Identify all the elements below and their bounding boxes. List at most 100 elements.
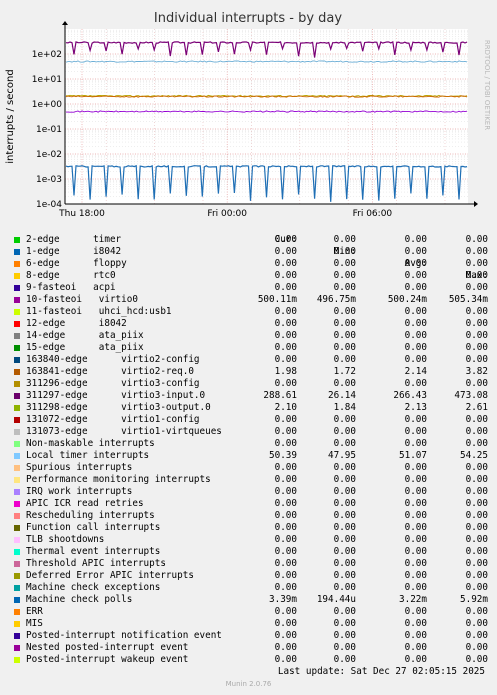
- legend-avg: 0.00: [404, 354, 427, 365]
- legend-min: 0.00: [333, 414, 356, 425]
- legend-row: MIS 0.00 0.00 0.00 0.00: [0, 618, 497, 630]
- legend-max: 0.00: [465, 498, 488, 509]
- legend-max: 0.00: [465, 258, 488, 269]
- legend-row: ERR 0.00 0.00 0.00 0.00: [0, 606, 497, 618]
- legend-max: 2.61: [465, 402, 488, 413]
- legend-label: IRQ work interrupts: [26, 486, 133, 497]
- legend-avg: 0.00: [404, 438, 427, 449]
- legend-avg: 0.00: [404, 510, 427, 521]
- legend-label: Thermal event interrupts: [26, 546, 161, 557]
- legend-min: 0.00: [333, 474, 356, 485]
- legend-max: 0.00: [465, 558, 488, 569]
- legend-min: 0.00: [333, 270, 356, 281]
- legend-min: 0.00: [333, 438, 356, 449]
- legend-row: 311297-edge virtio3-input.0 288.61 26.14 26…: [0, 390, 497, 402]
- legend-max: 0.00: [465, 438, 488, 449]
- legend-row: Local timer interrupts 50.39 47.95 51.07 54.…: [0, 450, 497, 462]
- legend-label: MIS: [26, 618, 43, 629]
- legend-avg: 0.00: [404, 498, 427, 509]
- legend-swatch: [14, 477, 20, 483]
- legend-row: 6-edge floppy 0.00 0.00 0.00 0.00: [0, 258, 497, 270]
- legend-row: 131072-edge virtio1-config 0.00 0.00 0.00 0.…: [0, 414, 497, 426]
- legend-row: 15-edge ata_piix 0.00 0.00 0.00 0.00: [0, 342, 497, 354]
- y-tick-label: 1e+02: [32, 50, 62, 60]
- chart-title: Individual interrupts - by day: [154, 11, 342, 26]
- legend-swatch: [14, 621, 20, 627]
- legend-min: 0.00: [333, 354, 356, 365]
- legend-min: 0.00: [333, 654, 356, 665]
- legend-avg: 0.00: [404, 618, 427, 629]
- legend-row: 10-fasteoi virtio0 500.11m 496.75m 500.24m 5…: [0, 294, 497, 306]
- legend-label: Nested posted-interrupt event: [26, 642, 189, 653]
- legend-min: 0.00: [333, 570, 356, 581]
- legend-swatch: [14, 453, 20, 459]
- legend-min: 0.00: [333, 330, 356, 341]
- legend-swatch: [14, 609, 20, 615]
- legend-swatch: [14, 501, 20, 507]
- legend-swatch: [14, 297, 20, 303]
- legend-swatch: [14, 357, 20, 363]
- legend-max: 0.00: [465, 546, 488, 557]
- legend-swatch: [14, 489, 20, 495]
- legend-min: 0.00: [333, 282, 356, 293]
- legend-row: Machine check polls 3.39m 194.44u 3.22m 5.92…: [0, 594, 497, 606]
- legend-label: Function call interrupts: [26, 522, 161, 533]
- legend-max: 0.00: [465, 282, 488, 293]
- legend-label: 163841-edge virtio2-req.0: [26, 366, 194, 377]
- legend-row: APIC ICR read retries 0.00 0.00 0.00 0.00: [0, 498, 497, 510]
- legend-label: 6-edge floppy: [26, 258, 127, 269]
- x-tick-label: Fri 06:00: [353, 209, 393, 219]
- legend-row: Posted-interrupt notification event 0.00 0…: [0, 630, 497, 642]
- legend-label: 311296-edge virtio3-config: [26, 378, 200, 389]
- legend-row: 11-fasteoi uhci_hcd:usb1 0.00 0.00 0.00 0.00: [0, 306, 497, 318]
- legend-swatch: [14, 537, 20, 543]
- legend-max: 0.00: [465, 534, 488, 545]
- legend-swatch: [14, 237, 20, 243]
- legend-max: 0.00: [465, 606, 488, 617]
- legend-label: APIC ICR read retries: [26, 498, 144, 509]
- legend-row: 14-edge ata_piix 0.00 0.00 0.00 0.00: [0, 330, 497, 342]
- legend-swatch: [14, 417, 20, 423]
- legend-label: 8-edge rtc0: [26, 270, 116, 281]
- legend-avg: 0.00: [404, 654, 427, 665]
- legend-swatch: [14, 333, 20, 339]
- legend-min: 26.14: [328, 390, 356, 401]
- legend-avg: 0.00: [404, 642, 427, 653]
- legend-max: 0.00: [465, 486, 488, 497]
- legend: Cur: Min: Avg: Max: 2-edge timer 0.00 0.00…: [0, 222, 497, 666]
- legend-swatch: [14, 549, 20, 555]
- legend-avg: 0.00: [404, 474, 427, 485]
- last-update: Last update: Sat Dec 27 02:05:15 2025: [277, 666, 485, 677]
- legend-label: 311298-edge virtio3-output.0: [26, 402, 211, 413]
- legend-avg: 0.00: [404, 234, 427, 245]
- legend-swatch: [14, 273, 20, 279]
- legend-row: 311296-edge virtio3-config 0.00 0.00 0.00 0.…: [0, 378, 497, 390]
- legend-row: 1-edge i8042 0.00 0.00 0.00 0.00: [0, 246, 497, 258]
- legend-header: Cur: Min: Avg: Max:: [0, 222, 497, 281]
- legend-max: 0.00: [465, 462, 488, 473]
- legend-max: 0.00: [465, 570, 488, 581]
- legend-avg: 0.00: [404, 522, 427, 533]
- legend-max: 0.00: [465, 630, 488, 641]
- legend-min: 0.00: [333, 630, 356, 641]
- legend-avg: 0.00: [404, 582, 427, 593]
- legend-avg: 0.00: [404, 558, 427, 569]
- legend-min: 0.00: [333, 486, 356, 497]
- legend-label: Threshold APIC interrupts: [26, 558, 166, 569]
- legend-avg: 2.14: [404, 366, 427, 377]
- legend-min: 0.00: [333, 534, 356, 545]
- legend-min: 0.00: [333, 606, 356, 617]
- legend-min: 194.44u: [316, 594, 356, 605]
- legend-row: Performance monitoring interrupts 0.00 0.0…: [0, 474, 497, 486]
- legend-max: 0.00: [465, 654, 488, 665]
- legend-max: 505.34m: [448, 294, 488, 305]
- legend-max: 0.00: [465, 642, 488, 653]
- legend-row: Function call interrupts 0.00 0.00 0.00 0.00: [0, 522, 497, 534]
- legend-swatch: [14, 573, 20, 579]
- legend-label: 131072-edge virtio1-config: [26, 414, 200, 425]
- legend-swatch: [14, 465, 20, 471]
- legend-swatch: [14, 309, 20, 315]
- legend-label: TLB shootdowns: [26, 534, 105, 545]
- legend-swatch: [14, 645, 20, 651]
- x-tick-label: Thu 18:00: [58, 209, 105, 219]
